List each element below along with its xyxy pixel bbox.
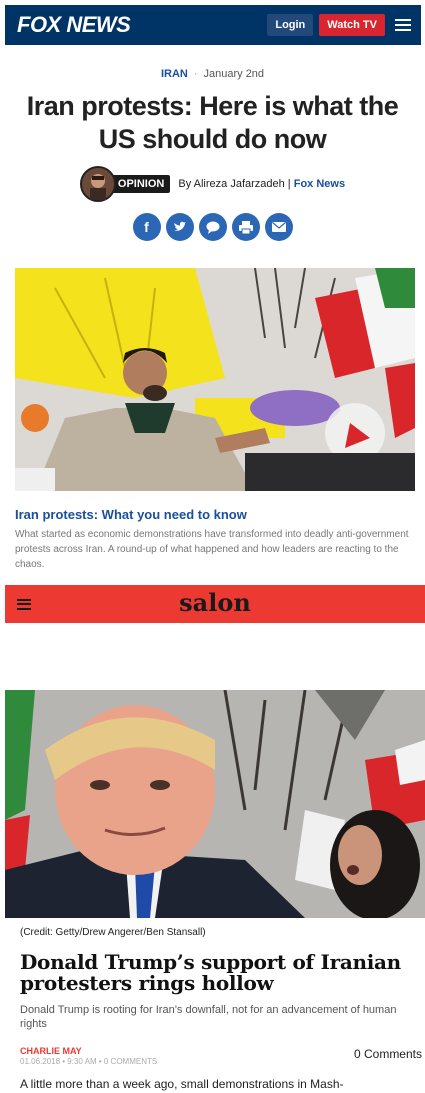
related-article-title[interactable]: Iran protests: What you need to know	[15, 507, 415, 522]
related-article-summary: What started as economic demonstrations …	[15, 529, 409, 570]
author-name[interactable]: CHARLIE MAY	[20, 1046, 82, 1056]
email-icon[interactable]	[264, 213, 293, 241]
salon-logo[interactable]: salon	[5, 588, 425, 617]
facebook-icon[interactable]: f	[132, 213, 161, 241]
watch-tv-button[interactable]: Watch TV	[319, 14, 385, 36]
category-link[interactable]: IRAN	[161, 68, 188, 80]
share-bar: f	[0, 213, 425, 241]
article-kicker: IRAN · January 2nd	[160, 68, 265, 80]
opinion-badge: OPINION	[107, 175, 171, 193]
salon-subheadline: Donald Trump is rooting for Iran’s downf…	[20, 1004, 397, 1030]
fox-header: FOX NEWS Login Watch TV	[5, 5, 421, 45]
login-button[interactable]: Login	[267, 14, 314, 36]
article-headline: Iran protests: Here is what the US shoul…	[26, 91, 399, 154]
article-body: A little more than a week ago, small dem…	[20, 1077, 344, 1091]
article-meta: 01.06.2018 • 9:30 AM • 0 COMMENTS	[20, 1057, 158, 1066]
twitter-icon[interactable]	[165, 213, 194, 241]
comment-icon[interactable]	[198, 213, 227, 241]
hero-image-trump[interactable]	[5, 690, 425, 918]
author-byline: By Alireza Jafarzadeh | Fox News	[178, 178, 346, 190]
image-credit: (Credit: Getty/Drew Angerer/Ben Stansall…	[20, 927, 206, 938]
hamburger-icon[interactable]	[395, 19, 411, 31]
byline: OPINION By Alireza Jafarzadeh | Fox News	[0, 166, 425, 202]
fox-news-logo[interactable]: FOX NEWS	[17, 12, 131, 38]
salon-header: salon	[5, 585, 425, 623]
print-icon[interactable]	[231, 213, 260, 241]
author-avatar[interactable]	[79, 166, 116, 202]
hero-image-protest[interactable]	[15, 268, 415, 491]
comments-link[interactable]: 0 Comments	[354, 1047, 422, 1061]
salon-headline: Donald Trump’s support of Iranian protes…	[20, 950, 401, 995]
source-link[interactable]: Fox News	[294, 178, 345, 190]
article-date: January 2nd	[203, 68, 265, 80]
